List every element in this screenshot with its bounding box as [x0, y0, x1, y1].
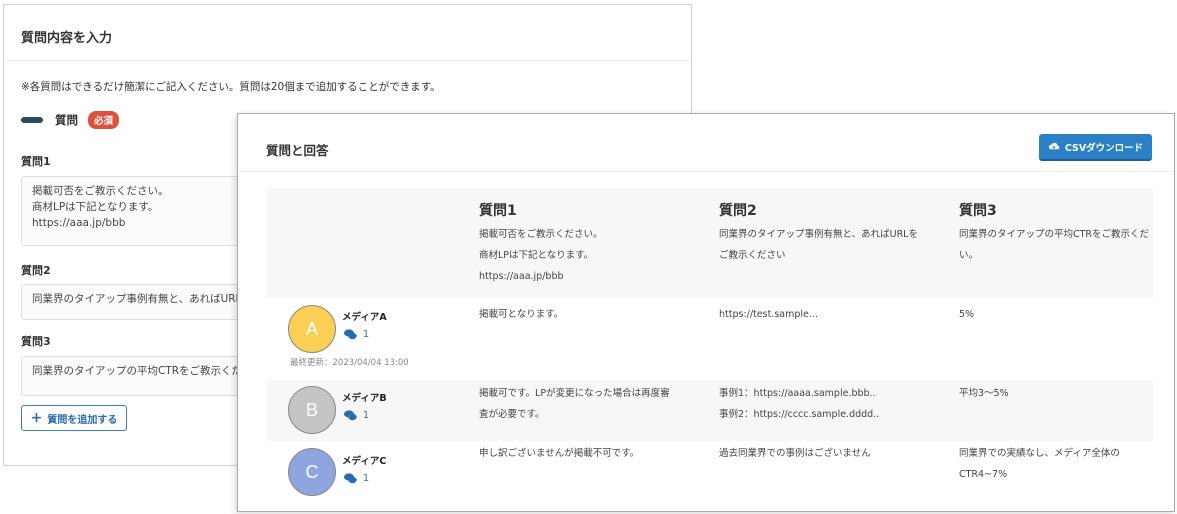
answer-cell: 掲載可です。LPが変更になった場合は再度審 査が必要です。 [479, 388, 670, 420]
required-badge: 必須 [88, 111, 120, 129]
question-section-header: 質問 必須 [21, 111, 120, 129]
avatar: A [288, 305, 336, 353]
table-row: A メディアA 1 最終更新：2023/04/04 13:00 掲載可となります… [266, 298, 1153, 380]
cloud-download-icon [1048, 142, 1060, 150]
section-marker [21, 117, 43, 123]
answer-cell: 申し訳ございませんが掲載不可です。 [479, 448, 640, 459]
table-row: C メディアC 1 申し訳ございませんが掲載不可です。 過去同業界での事例はござ… [266, 441, 1153, 501]
comment-count[interactable]: 1 [344, 473, 369, 484]
comment-count-value: 1 [363, 329, 370, 340]
section-title: 質問 [55, 113, 78, 127]
question-3-label: 質問3 [21, 335, 51, 348]
answer-cell: 平均3～5% [959, 388, 1009, 399]
qa-panel: 質問と回答 CSVダウンロード 質問1 掲載可否をご教示ください。 商材LPは下… [237, 113, 1175, 512]
media-name: メディアB [342, 393, 387, 404]
csv-download-label: CSVダウンロード [1064, 142, 1144, 154]
media-name: メディアC [342, 456, 387, 467]
header-question-1-text: 掲載可否をご教示ください。 商材LPは下記となります。 https://aaa.… [479, 229, 603, 282]
last-updated: 最終更新：2023/04/04 13:00 [290, 358, 409, 368]
media-name: メディアA [342, 312, 387, 323]
answer-cell: 事例1：https://aaaa.sample.bbb.. 事例2：https:… [719, 388, 880, 420]
avatar: B [288, 386, 336, 434]
table-header-row: 質問1 掲載可否をご教示ください。 商材LPは下記となります。 https://… [266, 188, 1153, 298]
comment-count[interactable]: 1 [344, 410, 369, 421]
header-question-2-text: 同業界のタイアップ事例有無と、あればURLを ご教示ください [719, 229, 918, 261]
panel-title: 質問内容を入力 [4, 5, 691, 61]
comments-icon [344, 410, 357, 421]
answer-cell: 過去同業界での事例はございません [719, 448, 871, 459]
plus-icon: + [30, 410, 43, 426]
question-1-label: 質問1 [21, 155, 51, 168]
header-question-3-title: 質問3 [959, 203, 997, 219]
comments-icon [344, 473, 357, 484]
header-question-2-title: 質問2 [719, 203, 757, 219]
add-question-label: 質問を追加する [47, 414, 118, 426]
instruction-note: ※各質問はできるだけ簡潔にご記入ください。質問は20個まで追加することができます… [21, 81, 441, 93]
comment-count[interactable]: 1 [344, 329, 369, 340]
comment-count-value: 1 [363, 410, 370, 421]
add-question-button[interactable]: + 質問を追加する [21, 405, 127, 431]
question-2-label: 質問2 [21, 264, 51, 277]
header-question-3-text: 同業界のタイアップの平均CTRをご教示くだ い。 [959, 229, 1150, 261]
answer-cell: 5% [959, 309, 975, 320]
answer-cell: 掲載可となります。 [479, 309, 564, 320]
comment-count-value: 1 [363, 473, 370, 484]
header-question-1-title: 質問1 [479, 203, 517, 219]
table-row: B メディアB 1 掲載可です。LPが変更になった場合は再度審 査が必要です。 … [266, 380, 1153, 441]
comments-icon [344, 329, 357, 340]
answer-cell: https://test.sample... [719, 309, 818, 320]
answer-cell: 同業界での実績なし、メディア全体の CTR4~7% [959, 448, 1120, 480]
avatar: C [288, 448, 336, 496]
csv-download-button[interactable]: CSVダウンロード [1039, 134, 1152, 161]
qa-header: 質問と回答 CSVダウンロード [238, 114, 1174, 172]
qa-title: 質問と回答 [266, 143, 329, 158]
